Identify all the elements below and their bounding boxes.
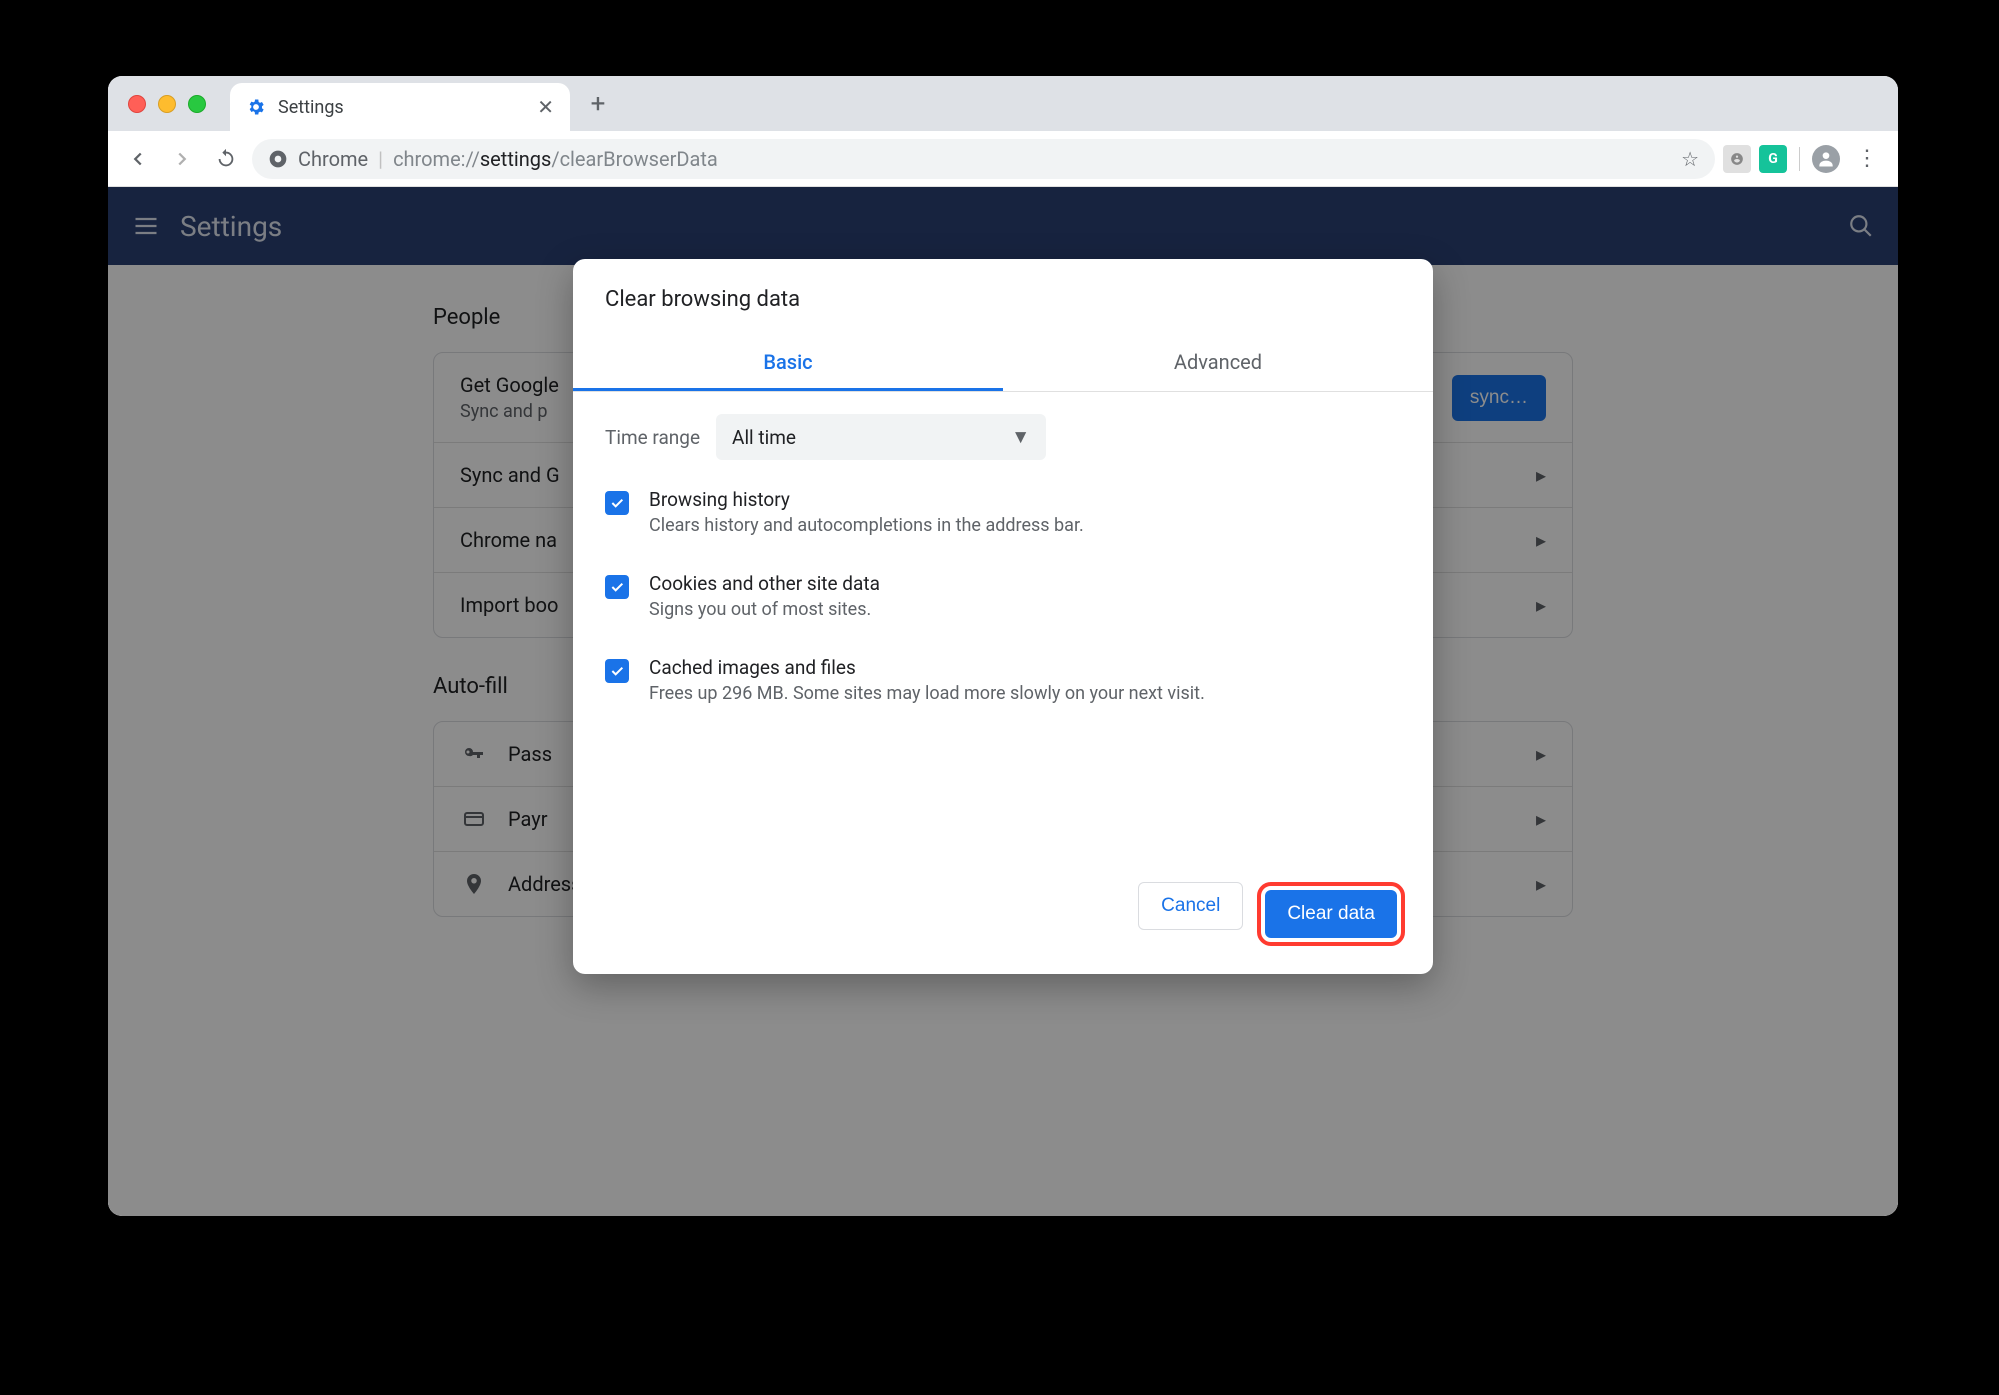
cancel-button[interactable]: Cancel bbox=[1138, 882, 1243, 930]
bookmark-star-icon[interactable]: ☆ bbox=[1681, 147, 1699, 171]
time-range-label: Time range bbox=[605, 426, 700, 449]
tab-advanced[interactable]: Advanced bbox=[1003, 336, 1433, 391]
option-cookies[interactable]: Cookies and other site data Signs you ou… bbox=[573, 554, 1433, 638]
checkbox-cache[interactable] bbox=[605, 659, 629, 683]
dialog-title: Clear browsing data bbox=[573, 259, 1433, 336]
dropdown-triangle-icon: ▼ bbox=[1011, 425, 1030, 449]
option-cache[interactable]: Cached images and files Frees up 296 MB.… bbox=[573, 638, 1433, 722]
option-sub: Frees up 296 MB. Some sites may load mor… bbox=[649, 683, 1205, 704]
tab-strip: Settings ✕ + bbox=[108, 76, 1898, 131]
url-prefix: chrome:// bbox=[393, 147, 480, 171]
dialog-actions: Cancel Clear data bbox=[573, 722, 1433, 946]
option-title: Cached images and files bbox=[649, 656, 1205, 679]
checkbox-browsing-history[interactable] bbox=[605, 491, 629, 515]
close-tab-icon[interactable]: ✕ bbox=[537, 95, 554, 119]
profile-avatar-icon[interactable] bbox=[1812, 145, 1840, 173]
option-title: Cookies and other site data bbox=[649, 572, 880, 595]
time-range-value: All time bbox=[732, 426, 796, 449]
page-content: Settings People Get Google Sync and p sy… bbox=[108, 187, 1898, 1216]
time-range-row: Time range All time ▼ bbox=[573, 392, 1433, 470]
tab-basic[interactable]: Basic bbox=[573, 336, 1003, 391]
kebab-menu-icon[interactable]: ⋮ bbox=[1848, 146, 1886, 171]
option-sub: Signs you out of most sites. bbox=[649, 599, 880, 620]
clear-data-button[interactable]: Clear data bbox=[1265, 890, 1397, 938]
grammarly-extension-icon[interactable]: G bbox=[1759, 145, 1787, 173]
option-sub: Clears history and autocompletions in th… bbox=[649, 515, 1084, 536]
highlight-annotation: Clear data bbox=[1257, 882, 1405, 946]
checkbox-cookies[interactable] bbox=[605, 575, 629, 599]
dialog-tabs: Basic Advanced bbox=[573, 336, 1433, 392]
extension-icon[interactable] bbox=[1723, 145, 1751, 173]
new-tab-button[interactable]: + bbox=[578, 84, 618, 124]
close-window-button[interactable] bbox=[128, 95, 146, 113]
url-path: /clearBrowserData bbox=[551, 147, 717, 171]
window-controls bbox=[128, 95, 206, 113]
address-bar[interactable]: Chrome | chrome://settings/clearBrowserD… bbox=[252, 139, 1715, 179]
toolbar: Chrome | chrome://settings/clearBrowserD… bbox=[108, 131, 1898, 187]
option-browsing-history[interactable]: Browsing history Clears history and auto… bbox=[573, 470, 1433, 554]
browser-tab[interactable]: Settings ✕ bbox=[230, 83, 570, 131]
separator bbox=[1799, 147, 1800, 171]
url-scheme-label: Chrome bbox=[298, 147, 368, 171]
minimize-window-button[interactable] bbox=[158, 95, 176, 113]
option-title: Browsing history bbox=[649, 488, 1084, 511]
url-host: settings bbox=[480, 147, 551, 171]
browser-window: Settings ✕ + Chrome | chrome://settings/… bbox=[108, 76, 1898, 1216]
tab-title: Settings bbox=[278, 97, 344, 118]
gear-icon bbox=[246, 97, 266, 117]
clear-browsing-data-dialog: Clear browsing data Basic Advanced Time … bbox=[573, 259, 1433, 974]
forward-button[interactable] bbox=[164, 141, 200, 177]
reload-button[interactable] bbox=[208, 141, 244, 177]
chrome-icon bbox=[268, 149, 288, 169]
time-range-select[interactable]: All time ▼ bbox=[716, 414, 1046, 460]
back-button[interactable] bbox=[120, 141, 156, 177]
maximize-window-button[interactable] bbox=[188, 95, 206, 113]
